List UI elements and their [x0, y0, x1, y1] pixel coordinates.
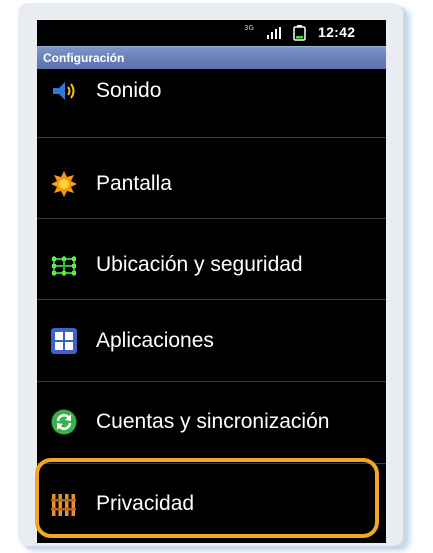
- divider: [37, 463, 386, 464]
- menu-item-label: Pantalla: [96, 171, 172, 195]
- menu-item-label: Privacidad: [96, 491, 195, 515]
- menu-item-pantalla[interactable]: Pantalla: [37, 145, 386, 222]
- speaker-icon: [53, 82, 75, 100]
- network-3g-icon: 3G: [244, 24, 254, 32]
- menu-item-label: Ubicación y seguridad: [96, 252, 303, 276]
- status-bar: 3G 12:42: [37, 20, 386, 46]
- phone-screen: 3G 12:42 Configuración Sonido Pantalla U…: [37, 20, 386, 543]
- sync-icon: [51, 409, 77, 434]
- menu-item-sonido[interactable]: Sonido: [37, 60, 386, 122]
- signal-strength-icon: [267, 27, 281, 39]
- divider: [37, 218, 386, 219]
- divider: [37, 137, 386, 138]
- menu-item-label: Aplicaciones: [96, 328, 214, 352]
- battery-icon: [293, 25, 306, 41]
- divider: [37, 381, 386, 382]
- menu-item-ubicacion-seguridad[interactable]: Ubicación y seguridad: [37, 226, 386, 303]
- menu-item-cuentas-sincronizacion[interactable]: Cuentas y sincronización: [37, 383, 386, 460]
- brightness-icon: [51, 170, 77, 197]
- menu-item-label: Sonido: [96, 79, 162, 102]
- menu-item-label: Cuentas y sincronización: [96, 409, 330, 433]
- privacy-fence-icon: [51, 493, 76, 516]
- apps-grid-icon: [51, 327, 77, 354]
- menu-item-aplicaciones[interactable]: Aplicaciones: [37, 302, 386, 379]
- divider: [37, 299, 386, 300]
- menu-item-privacidad[interactable]: Privacidad: [37, 465, 386, 542]
- clock-time: 12:42: [318, 24, 356, 40]
- location-grid-icon: [52, 255, 76, 276]
